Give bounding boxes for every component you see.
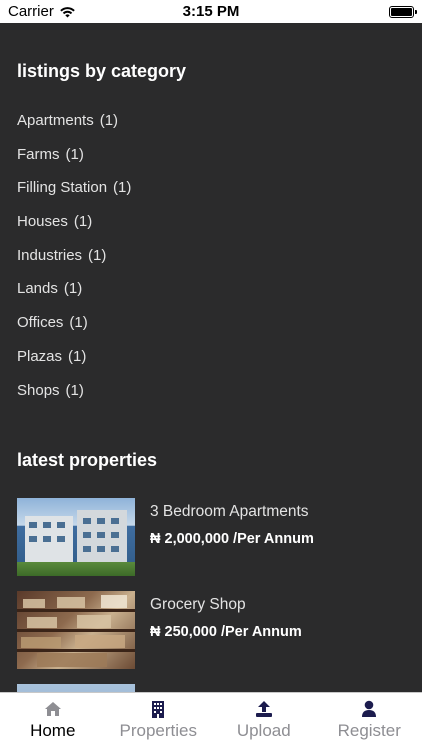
category-list: Apartments (1) Farms (1) Filling Station (1… bbox=[17, 111, 131, 414]
property-card[interactable]: Grocery Shop ₦ 250,000 /Per Annum bbox=[17, 591, 417, 669]
category-item-lands[interactable]: Lands (1) bbox=[17, 279, 131, 313]
category-label: Lands bbox=[17, 280, 58, 298]
tab-bar: Home Properties Upload Register bbox=[0, 692, 422, 750]
property-price: ₦ 2,000,000 /Per Annum bbox=[150, 531, 314, 547]
category-item-offices[interactable]: Offices (1) bbox=[17, 313, 131, 347]
category-count: (1) bbox=[73, 213, 93, 231]
home-icon bbox=[44, 700, 62, 718]
building-icon bbox=[151, 700, 165, 718]
latest-properties-title: latest properties bbox=[17, 450, 158, 470]
category-item-shops[interactable]: Shops (1) bbox=[17, 381, 131, 415]
status-left: Carrier bbox=[8, 3, 76, 20]
property-image bbox=[17, 684, 135, 692]
category-item-industries[interactable]: Industries (1) bbox=[17, 246, 131, 280]
property-image bbox=[17, 498, 135, 576]
tab-label: Properties bbox=[119, 721, 197, 740]
property-card[interactable] bbox=[17, 684, 417, 692]
category-item-plazas[interactable]: Plazas (1) bbox=[17, 347, 131, 381]
category-count: (1) bbox=[63, 280, 83, 298]
category-count: (1) bbox=[69, 314, 88, 332]
category-count: (1) bbox=[65, 145, 84, 163]
property-card[interactable]: 3 Bedroom Apartments ₦ 2,000,000 /Per An… bbox=[17, 498, 417, 576]
tab-properties[interactable]: Properties bbox=[106, 693, 212, 750]
category-count: (1) bbox=[113, 179, 132, 197]
category-item-apartments[interactable]: Apartments (1) bbox=[17, 111, 131, 145]
property-title: Grocery Shop bbox=[150, 596, 246, 613]
tab-label: Home bbox=[30, 721, 76, 740]
status-bar: Carrier 3:15 PM bbox=[0, 0, 422, 23]
status-right bbox=[389, 5, 417, 18]
category-item-filling-station[interactable]: Filling Station (1) bbox=[17, 178, 131, 212]
property-price: ₦ 250,000 /Per Annum bbox=[150, 624, 302, 640]
category-label: Shops bbox=[17, 381, 60, 399]
tab-home[interactable]: Home bbox=[0, 693, 106, 750]
tab-register[interactable]: Register bbox=[317, 693, 422, 750]
property-info: Grocery Shop ₦ 250,000 /Per Annum bbox=[150, 591, 302, 669]
categories-title: listings by category bbox=[17, 61, 187, 81]
carrier-label: Carrier bbox=[8, 3, 54, 20]
category-item-houses[interactable]: Houses (1) bbox=[17, 212, 131, 246]
category-count: (1) bbox=[88, 246, 107, 264]
tab-label: Upload bbox=[236, 721, 291, 740]
category-count: (1) bbox=[68, 347, 87, 365]
upload-icon bbox=[255, 700, 273, 718]
tab-label: Register bbox=[337, 721, 401, 740]
property-info: 3 Bedroom Apartments ₦ 2,000,000 /Per An… bbox=[150, 498, 314, 576]
category-label: Houses bbox=[17, 213, 68, 231]
category-label: Industries bbox=[17, 246, 83, 264]
category-count: (1) bbox=[65, 381, 84, 399]
battery-icon bbox=[389, 5, 417, 18]
home-content[interactable]: listings by category Apartments (1) Farms… bbox=[0, 23, 422, 692]
property-image bbox=[17, 591, 135, 669]
category-label: Apartments bbox=[17, 112, 94, 129]
wifi-icon bbox=[60, 7, 75, 18]
category-label: Offices bbox=[17, 314, 64, 332]
category-label: Plazas bbox=[17, 347, 63, 365]
category-label: Filling Station bbox=[17, 179, 108, 197]
category-count: (1) bbox=[99, 112, 119, 129]
property-title: 3 Bedroom Apartments bbox=[150, 503, 309, 520]
category-item-farms[interactable]: Farms (1) bbox=[17, 145, 131, 179]
user-icon bbox=[361, 700, 377, 718]
category-label: Farms bbox=[17, 145, 60, 163]
tab-upload[interactable]: Upload bbox=[211, 693, 317, 750]
